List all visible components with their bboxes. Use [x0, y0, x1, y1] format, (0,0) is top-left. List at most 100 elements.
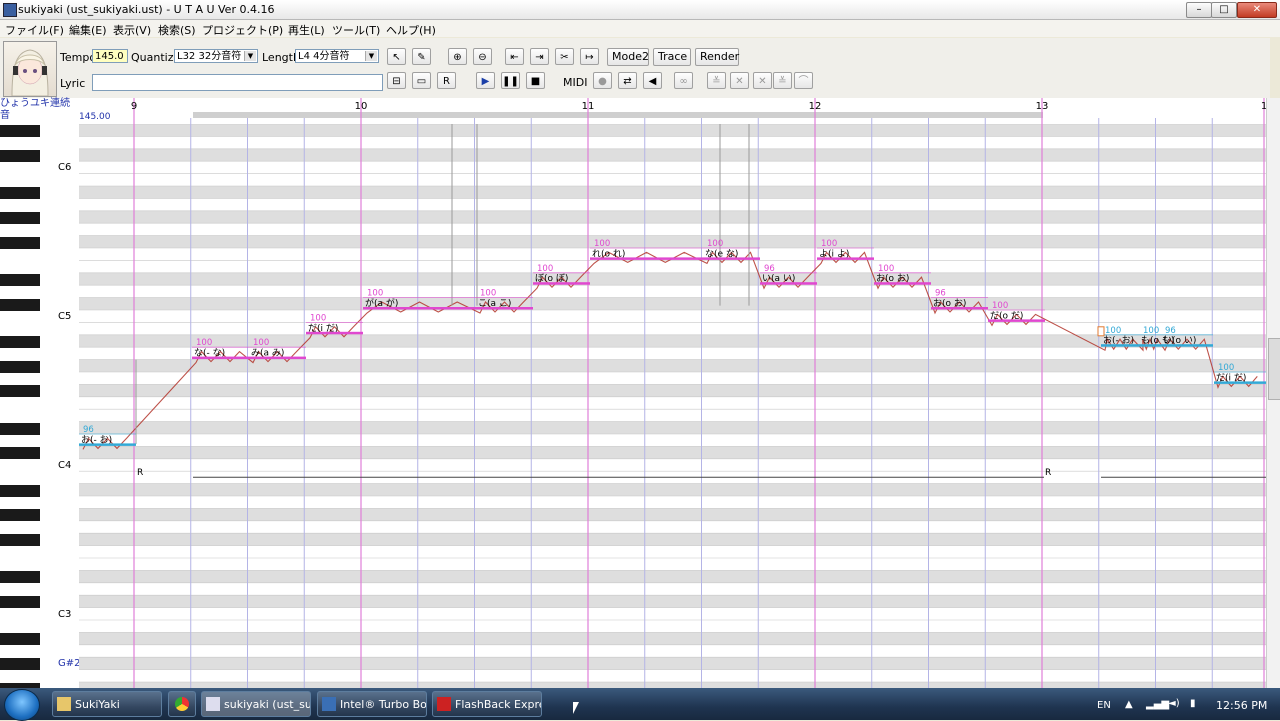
note-resize-icon[interactable]: ▭	[412, 72, 431, 89]
start-button[interactable]	[4, 689, 40, 721]
note-velocity: 96	[935, 289, 946, 299]
task-label: Intel® Turbo Bo...	[340, 698, 427, 711]
vertical-scrollbar[interactable]	[1266, 98, 1280, 688]
close-button[interactable]: ✕	[1237, 2, 1277, 18]
task-utau[interactable]: sukiyaki (ust_suk...	[201, 691, 311, 717]
black-key[interactable]	[0, 571, 40, 584]
black-key[interactable]	[0, 596, 40, 609]
record-icon[interactable]: ●	[593, 72, 612, 89]
menu-project[interactable]: プロジェクト(P)	[202, 22, 283, 38]
roll-row	[79, 446, 1266, 459]
rest-icon[interactable]: R	[437, 72, 456, 89]
black-key[interactable]	[0, 447, 40, 460]
note-velocity: 100	[594, 239, 610, 249]
stop-icon[interactable]: ■	[526, 72, 545, 89]
play-icon[interactable]: ▶	[476, 72, 495, 89]
black-key[interactable]	[0, 335, 40, 348]
black-key[interactable]	[0, 509, 40, 522]
link-icon[interactable]: ∞	[674, 72, 693, 89]
pencil-tool-icon[interactable]: ✎	[412, 48, 431, 65]
clock[interactable]: 12:56 PM	[1216, 699, 1267, 712]
menu-search[interactable]: 検索(S)	[158, 22, 196, 38]
note-velocity: 100	[196, 338, 212, 348]
menu-tools[interactable]: ツール(T)	[332, 22, 380, 38]
task-intel-turbo[interactable]: Intel® Turbo Bo...	[317, 691, 427, 717]
black-key[interactable]	[0, 273, 40, 286]
roll-row	[79, 607, 1266, 620]
piano-note-label: C5	[58, 311, 72, 322]
pitch-tool-2-icon[interactable]: ✕	[730, 72, 749, 89]
roll-row	[79, 632, 1266, 645]
show-hidden-icons-icon[interactable]: ▲	[1125, 699, 1133, 710]
maximize-button[interactable]: □	[1211, 2, 1237, 18]
mode2-button[interactable]: Mode2	[607, 48, 649, 66]
pitch-tool-4-icon[interactable]: ≚	[773, 72, 792, 89]
roll-row	[79, 223, 1266, 236]
black-key[interactable]	[0, 236, 40, 249]
black-key[interactable]	[0, 125, 40, 137]
network-icon[interactable]: ▂▄▆	[1146, 699, 1169, 710]
black-key[interactable]	[0, 187, 40, 199]
length-select[interactable]: L4 4分音符 ▼	[295, 49, 379, 63]
roll-row	[79, 545, 1266, 558]
task-chrome[interactable]	[168, 691, 196, 717]
rest-label: R	[137, 468, 143, 478]
jump-icon[interactable]: ↦	[580, 48, 599, 65]
zoom-out-icon[interactable]: ⊖	[473, 48, 492, 65]
black-key[interactable]	[0, 534, 40, 547]
trace-button[interactable]: Trace	[653, 48, 691, 66]
go-start-icon[interactable]: ⇤	[505, 48, 524, 65]
render-button[interactable]: Render	[695, 48, 739, 66]
black-key[interactable]	[0, 422, 40, 435]
power-icon[interactable]: ▮	[1190, 698, 1196, 709]
black-key[interactable]	[0, 385, 40, 398]
title-bar: sukiyaki (ust_sukiyaki.ust) - U T A U Ve…	[0, 0, 1280, 20]
menu-playback[interactable]: 再生(L)	[288, 22, 325, 38]
black-key[interactable]	[0, 484, 40, 497]
black-key[interactable]	[0, 149, 40, 162]
select-tool-icon[interactable]: ↖	[387, 48, 406, 65]
piano-keyboard[interactable]: C6 C5 C4 C3 G#2	[0, 98, 81, 695]
roll-row	[79, 210, 1266, 224]
roll-row	[79, 595, 1266, 608]
note-lyric: お(o お)	[876, 273, 909, 284]
roll-row	[79, 421, 1266, 434]
language-indicator[interactable]: EN	[1097, 700, 1111, 711]
roll-row	[79, 508, 1266, 521]
tempo-input[interactable]: 145.0	[92, 49, 128, 63]
menu-view[interactable]: 表示(V)	[113, 22, 151, 38]
zoom-in-icon[interactable]: ⊕	[448, 48, 467, 65]
pitch-tool-1-icon[interactable]: ≚	[707, 72, 726, 89]
lyric-input[interactable]	[92, 74, 383, 91]
quantize-select[interactable]: L32 32分音符 ▼	[174, 49, 258, 63]
note-velocity: 100	[1105, 326, 1121, 336]
black-key[interactable]	[0, 298, 40, 311]
loop-icon[interactable]: ⇄	[618, 72, 637, 89]
piano-roll[interactable]: 9 10 11 12 13 1 145.00 R R お(- お) 96 な(- な) 100 み(a み…	[79, 98, 1266, 688]
black-key[interactable]	[0, 658, 40, 671]
menu-help[interactable]: ヘルプ(H)	[386, 22, 436, 38]
piano-roll-canvas[interactable]: 9 10 11 12 13 1145.00R Rお(- お)96な(- な)100み(a み…	[79, 98, 1266, 688]
quantize-value: L32 32分音符	[177, 51, 242, 62]
pitch-tool-5-icon[interactable]: ⌒	[794, 72, 813, 89]
minimize-button[interactable]: –	[1186, 2, 1212, 18]
black-key[interactable]	[0, 360, 40, 373]
note-insert-icon[interactable]: ⊟	[387, 72, 406, 89]
measure-number: 11	[582, 101, 595, 112]
pitch-tool-3-icon[interactable]: ✕	[753, 72, 772, 89]
voicebank-avatar[interactable]	[3, 41, 57, 97]
roll-row	[79, 260, 1266, 273]
menu-file[interactable]: ファイル(F)	[5, 22, 64, 38]
menu-edit[interactable]: 編集(E)	[69, 22, 107, 38]
task-flashback[interactable]: FlashBack Expre...	[432, 691, 542, 717]
speaker-icon[interactable]: ◀	[643, 72, 662, 89]
black-key[interactable]	[0, 633, 40, 646]
go-end-icon[interactable]: ⇥	[530, 48, 549, 65]
pause-icon[interactable]: ❚❚	[501, 72, 520, 89]
black-key[interactable]	[0, 211, 40, 224]
split-icon[interactable]: ✂	[555, 48, 574, 65]
note-lyric: が(a が)	[365, 297, 398, 309]
scroll-thumb[interactable]	[1268, 338, 1280, 400]
volume-icon[interactable]: ◄)	[1168, 698, 1180, 709]
task-sukiyaki-folder[interactable]: SukiYaki	[52, 691, 162, 717]
